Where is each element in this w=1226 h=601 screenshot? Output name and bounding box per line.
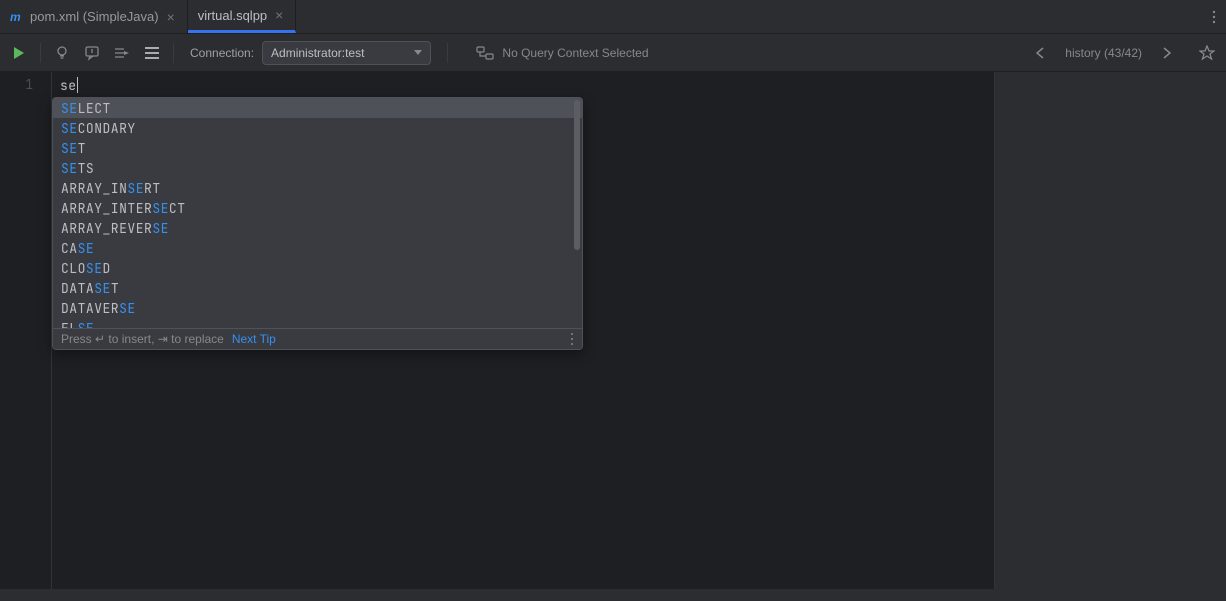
more-icon[interactable] — [1202, 9, 1226, 25]
run-icon[interactable] — [8, 42, 30, 64]
menu-lines-icon[interactable] — [141, 42, 163, 64]
settings-toggle-icon[interactable] — [111, 42, 133, 64]
bulb-icon[interactable] — [51, 42, 73, 64]
autocomplete-item[interactable]: SELECT — [53, 98, 582, 118]
autocomplete-item[interactable]: CLOSED — [53, 258, 582, 278]
toolbar: Connection: Administrator:test No Query … — [0, 34, 1226, 72]
feedback-icon[interactable] — [81, 42, 103, 64]
context-icon — [476, 45, 494, 61]
autocomplete-item[interactable]: ARRAY_INSERT — [53, 178, 582, 198]
autocomplete-item[interactable]: DATASET — [53, 278, 582, 298]
autocomplete-item[interactable]: ELSE — [53, 318, 582, 328]
autocomplete-item[interactable]: ARRAY_INTERSECT — [53, 198, 582, 218]
autocomplete-item[interactable]: CASE — [53, 238, 582, 258]
status-bar — [0, 589, 1226, 601]
line-number: 1 — [0, 76, 33, 93]
connection-label: Connection: — [190, 46, 254, 60]
history-label[interactable]: history (43/42) — [1065, 46, 1142, 60]
connection-dropdown[interactable]: Administrator:test — [262, 41, 431, 65]
right-panel — [994, 72, 1226, 589]
autocomplete-item[interactable]: ARRAY_REVERSE — [53, 218, 582, 238]
connection-value: Administrator:test — [271, 46, 364, 60]
close-icon[interactable]: × — [165, 9, 177, 25]
footer-hint: Press ↵ to insert, ⇥ to replace — [61, 332, 224, 346]
autocomplete-popup: SELECTSECONDARYSETSETSARRAY_INSERTARRAY_… — [52, 97, 583, 350]
close-icon[interactable]: × — [273, 7, 285, 23]
scrollbar-thumb[interactable] — [574, 100, 580, 250]
footer-more-icon[interactable] — [570, 332, 574, 346]
svg-text:m: m — [10, 10, 21, 24]
autocomplete-item[interactable]: DATAVERSE — [53, 298, 582, 318]
history-prev-icon[interactable] — [1029, 42, 1051, 64]
tab-virtual-sqlpp[interactable]: virtual.sqlpp × — [188, 0, 297, 33]
maven-icon: m — [10, 10, 24, 24]
favorite-icon[interactable] — [1196, 42, 1218, 64]
typed-text: se — [60, 77, 77, 94]
next-tip-link[interactable]: Next Tip — [232, 332, 276, 346]
tab-pom[interactable]: m pom.xml (SimpleJava) × — [0, 0, 188, 33]
tab-bar: m pom.xml (SimpleJava) × virtual.sqlpp × — [0, 0, 1226, 34]
tab-label: virtual.sqlpp — [198, 8, 267, 23]
caret — [77, 77, 78, 93]
history-next-icon[interactable] — [1156, 42, 1178, 64]
autocomplete-list[interactable]: SELECTSECONDARYSETSETSARRAY_INSERTARRAY_… — [53, 98, 582, 328]
autocomplete-item[interactable]: SECONDARY — [53, 118, 582, 138]
query-context-selector[interactable]: No Query Context Selected — [476, 45, 648, 61]
autocomplete-item[interactable]: SETS — [53, 158, 582, 178]
no-context-label: No Query Context Selected — [502, 46, 648, 60]
gutter: 1 — [0, 72, 52, 589]
autocomplete-footer: Press ↵ to insert, ⇥ to replace Next Tip — [53, 328, 582, 349]
tab-label: pom.xml (SimpleJava) — [30, 9, 159, 24]
autocomplete-item[interactable]: SET — [53, 138, 582, 158]
chevron-down-icon — [414, 50, 422, 56]
